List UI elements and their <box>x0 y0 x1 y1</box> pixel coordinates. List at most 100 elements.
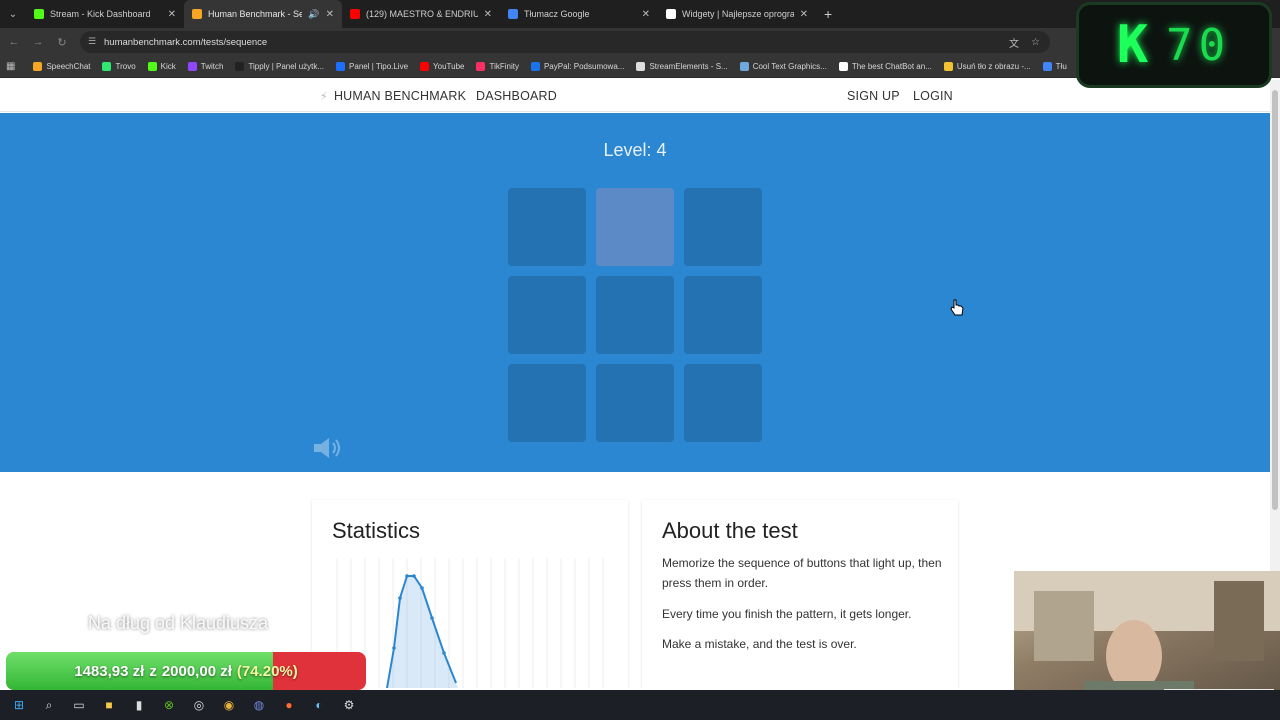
lightning-icon: ⚡ <box>320 90 328 103</box>
bookmark-item[interactable]: Twitch <box>182 62 230 71</box>
bookmark-favicon-icon <box>943 62 953 71</box>
bookmark-item[interactable]: Tłu <box>1037 62 1073 71</box>
file-explorer-icon[interactable]: ■ <box>100 696 118 714</box>
bookmark-item[interactable]: Panel | Tipo.Live <box>330 62 414 71</box>
app-orange-icon[interactable]: ● <box>280 696 298 714</box>
task-view-icon[interactable]: ▭ <box>70 696 88 714</box>
xbox-icon[interactable]: ⊗ <box>160 696 178 714</box>
tab-search-icon[interactable]: ⌄ <box>0 0 26 28</box>
tab-title: Stream - Kick Dashboard <box>50 9 151 19</box>
bookmark-favicon-icon <box>739 62 749 71</box>
about-line-1: Memorize the sequence of buttons that li… <box>662 556 942 590</box>
forward-button[interactable]: → <box>26 36 50 48</box>
bookmark-label: Kick <box>160 62 176 71</box>
bookmark-item[interactable]: YouTube <box>414 62 470 71</box>
obs-icon[interactable]: ◎ <box>190 696 208 714</box>
speaker-icon[interactable] <box>312 435 344 461</box>
about-title: About the test <box>662 518 798 543</box>
bookmark-label: The best ChatBot an... <box>851 62 932 71</box>
bookmark-label: StreamElements - S... <box>649 62 728 71</box>
bookmark-item[interactable]: Kick <box>142 62 182 71</box>
bookmark-label: Trovo <box>115 62 136 71</box>
windows-start-icon[interactable]: ⊞ <box>10 696 28 714</box>
tab-title: Human Benchmark - Seque <box>208 9 303 19</box>
sequence-square-3[interactable] <box>684 188 762 266</box>
sequence-square-1[interactable] <box>508 188 586 266</box>
browser-tab[interactable]: (129) MAESTRO & ENDRIU - W ✕ <box>342 0 500 28</box>
tab-close-icon[interactable]: ✕ <box>168 9 176 20</box>
goal-target: 2000,00 zł <box>161 662 232 680</box>
tab-favicon-icon <box>192 9 202 19</box>
tab-close-icon[interactable]: ✕ <box>484 9 492 20</box>
sequence-square-7[interactable] <box>508 364 586 442</box>
sequence-square-9[interactable] <box>684 364 762 442</box>
bookmark-favicon-icon <box>336 62 346 71</box>
brand-link[interactable]: ⚡ HUMAN BENCHMARK <box>320 89 466 103</box>
hand-cursor-icon <box>950 299 964 316</box>
bookmark-label: Tłu <box>1055 62 1067 71</box>
statistics-title: Statistics <box>332 518 421 543</box>
tab-audio-icon[interactable]: 🔊 <box>308 9 319 20</box>
bookmark-favicon-icon <box>636 62 646 71</box>
discord-icon[interactable]: ◍ <box>250 696 268 714</box>
bookmark-item[interactable]: Tipply | Panel użytk... <box>229 62 330 71</box>
browser-tab[interactable]: Human Benchmark - Seque 🔊 ✕ <box>184 0 342 28</box>
sequence-grid <box>508 188 764 444</box>
back-button[interactable]: ← <box>2 36 26 48</box>
bookmark-item[interactable]: PayPal: Podsumowa... <box>525 62 630 71</box>
browser-tab[interactable]: Widgety | Najlepsze oprogramo ✕ <box>658 0 816 28</box>
about-card: About the test Memorize the sequence of … <box>642 500 958 688</box>
tab-favicon-icon <box>34 9 44 19</box>
sequence-square-5[interactable] <box>596 276 674 354</box>
bookmark-label: Panel | Tipo.Live <box>349 62 409 71</box>
tab-close-icon[interactable]: ✕ <box>642 9 650 20</box>
nav-dashboard[interactable]: DASHBOARD <box>476 89 557 103</box>
bookmark-favicon-icon <box>420 62 430 71</box>
translate-icon[interactable]: 文 <box>1009 35 1019 50</box>
address-bar[interactable]: ☰ humanbenchmark.com/tests/sequence 文 ☆ <box>80 31 1050 53</box>
bookmark-label: Usuń tło z obrazu -... <box>956 62 1031 71</box>
bookmark-item[interactable]: TikFinity <box>470 62 524 71</box>
reload-button[interactable]: ↻ <box>50 36 74 49</box>
sequence-square-6[interactable] <box>684 276 762 354</box>
settings-gear-icon[interactable]: ⚙ <box>340 696 358 714</box>
bookmark-item[interactable]: StreamElements - S... <box>630 62 733 71</box>
bookmark-star-icon[interactable]: ☆ <box>1031 37 1040 48</box>
chrome-icon[interactable]: ◉ <box>220 696 238 714</box>
brand-label: HUMAN BENCHMARK <box>333 89 467 103</box>
bookmark-favicon-icon <box>838 62 848 71</box>
steam-icon[interactable]: ◐ <box>310 696 328 714</box>
bookmark-favicon-icon <box>187 62 197 71</box>
sequence-square-4[interactable] <box>508 276 586 354</box>
bookmark-favicon-icon <box>1042 62 1052 71</box>
tab-close-icon[interactable]: ✕ <box>800 9 808 20</box>
nav-login[interactable]: LOGIN <box>913 89 953 103</box>
bookmark-favicon-icon <box>147 62 157 71</box>
tab-title: (129) MAESTRO & ENDRIU - W <box>366 9 478 19</box>
bookmark-label: YouTube <box>433 62 465 71</box>
document-icon[interactable]: ▮ <box>130 696 148 714</box>
goal-current: 1483,93 zł <box>74 662 145 680</box>
browser-tab[interactable]: Tłumacz Google ✕ <box>500 0 658 28</box>
about-line-3: Make a mistake, and the test is over. <box>662 637 857 651</box>
browser-tab[interactable]: Stream - Kick Dashboard ✕ <box>26 0 184 28</box>
tab-title: Tłumacz Google <box>524 9 590 19</box>
bookmark-item[interactable]: Usuń tło z obrazu -... <box>938 62 1037 71</box>
tab-favicon-icon <box>350 9 360 19</box>
apps-grid-icon[interactable]: ▦ <box>6 61 27 72</box>
tab-favicon-icon <box>666 9 676 19</box>
search-icon[interactable]: ⌕ <box>40 696 58 714</box>
bookmark-item[interactable]: The best ChatBot an... <box>833 62 938 71</box>
tab-close-icon[interactable]: ✕ <box>326 9 334 20</box>
nav-signup[interactable]: SIGN UP <box>847 89 900 103</box>
counter-value: 70 <box>1166 19 1232 71</box>
new-tab-button[interactable]: + <box>824 6 832 22</box>
test-area: Level: 4 <box>0 113 1270 472</box>
bookmark-item[interactable]: Cool Text Graphics... <box>734 62 833 71</box>
bookmark-item[interactable]: Trovo <box>96 62 141 71</box>
sequence-square-8[interactable] <box>596 364 674 442</box>
site-info-icon[interactable]: ☰ <box>88 36 96 47</box>
bookmark-item[interactable]: SpeechChat <box>27 62 96 71</box>
bookmark-label: Twitch <box>200 62 224 71</box>
sequence-square-2[interactable] <box>596 188 674 266</box>
